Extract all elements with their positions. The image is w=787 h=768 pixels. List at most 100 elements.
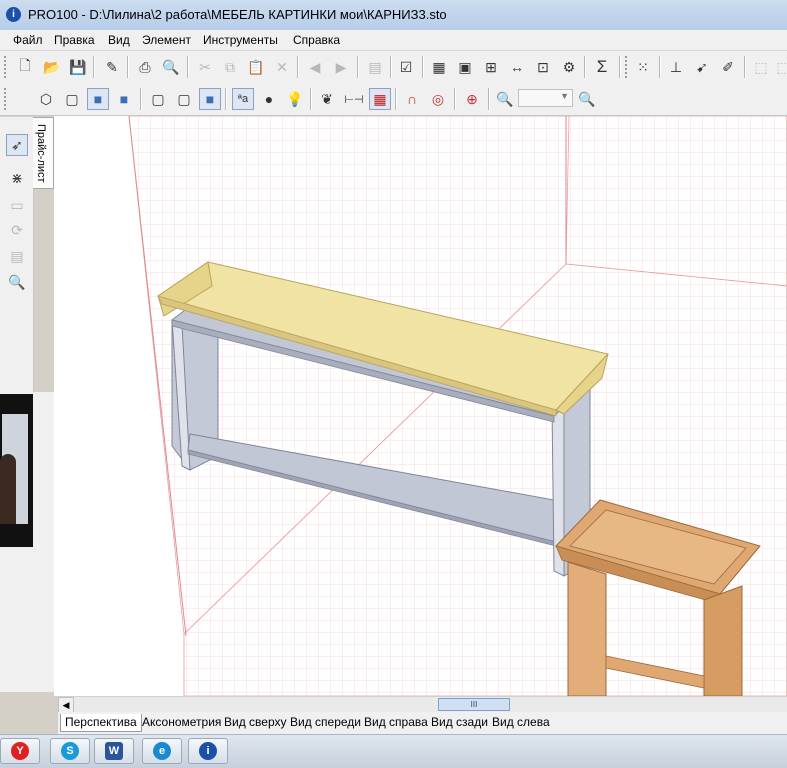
scroll-left-icon[interactable]: ◀ (58, 697, 74, 713)
tab-perspective[interactable]: Перспектива (60, 714, 142, 732)
dimension-icon[interactable]: ↔ (506, 56, 528, 78)
grid-icon[interactable]: ▦ (369, 88, 391, 110)
separator (422, 56, 424, 78)
separator (187, 56, 189, 78)
snap-target-icon[interactable]: ◎ (427, 88, 449, 110)
save-icon[interactable]: 💾 (67, 56, 89, 78)
solid-cube-icon[interactable]: ■ (199, 88, 221, 110)
orange-left-panel[interactable] (567, 561, 607, 696)
ie-icon: e (153, 742, 171, 760)
taskbar: Y S W e i (0, 734, 787, 768)
scroll-thumb[interactable]: III (438, 698, 510, 711)
tab-label: Перспектива (65, 715, 137, 729)
toolbar-grip[interactable] (4, 88, 9, 110)
move-icon[interactable]: ⋇ (6, 167, 28, 189)
separator (744, 56, 746, 78)
tab-front-view[interactable]: Вид спереди (286, 714, 365, 732)
center-target-icon[interactable]: ⊕ (461, 88, 483, 110)
toolbar-grip[interactable] (625, 56, 630, 78)
separator (390, 56, 392, 78)
chevron-down-icon[interactable]: ▼ (560, 91, 569, 101)
wire-cube-2-icon[interactable]: ▢ (173, 88, 195, 110)
view-cube-1-icon[interactable]: ⬡ (35, 88, 57, 110)
taskbar-yandex[interactable]: Y (0, 738, 40, 764)
open-folder-icon[interactable]: 📂 (41, 56, 63, 78)
menu-element[interactable]: Элемент (142, 33, 191, 47)
undo-icon[interactable]: ◀ (304, 56, 326, 78)
taskbar-skype[interactable]: S (50, 738, 90, 764)
ruler-icon[interactable]: ⊢⊣ (343, 88, 365, 110)
texture-icon[interactable]: ❦ (316, 88, 338, 110)
menu-help[interactable]: Справка (293, 33, 340, 47)
copy-icon[interactable]: ⧉ (219, 56, 241, 78)
print-icon[interactable]: ⎙ (134, 56, 156, 78)
price-list-tab[interactable]: Прайс-лист (33, 117, 54, 189)
scene-svg[interactable] (54, 116, 787, 696)
text-aa-icon[interactable]: ªa (232, 88, 254, 110)
pro100-icon: i (6, 7, 21, 22)
group-icon[interactable]: ▤ (6, 245, 28, 267)
element-list-icon[interactable]: ▦ (428, 56, 450, 78)
paste-icon[interactable]: 📋 (245, 56, 267, 78)
grid-dots-icon[interactable]: ⁙ (632, 56, 654, 78)
taskbar-pro100[interactable]: i (188, 738, 228, 764)
zoom-in-icon[interactable]: 🔍 (494, 88, 516, 110)
pencil-icon[interactable]: ✐ (717, 56, 739, 78)
zoom-icon[interactable]: 🔍 (6, 271, 28, 293)
delete-icon[interactable]: ✕ (271, 56, 293, 78)
horizontal-scrollbar[interactable]: ◀ III (58, 696, 787, 713)
rotate-icon[interactable]: ⟳ (6, 219, 28, 241)
edit-properties-icon[interactable]: ✎ (101, 56, 123, 78)
material-sphere-icon[interactable]: ● (258, 88, 280, 110)
viewport-3d[interactable] (54, 116, 787, 696)
print-preview-icon[interactable]: 🔍 (160, 56, 182, 78)
title-bar: i PRO100 - D:\Лилина\2 работа\МЕБЕЛЬ КАР… (0, 0, 787, 30)
catalog-icon[interactable]: ▣ (454, 56, 476, 78)
window-title: PRO100 - D:\Лилина\2 работа\МЕБЕЛЬ КАРТИ… (28, 7, 447, 22)
taskbar-word[interactable]: W (94, 738, 134, 764)
webcam-overlay (0, 394, 33, 547)
separator (357, 56, 359, 78)
tab-right-view[interactable]: Вид справа (360, 714, 432, 732)
tab-axonometry[interactable]: Аксонометрия (138, 714, 225, 732)
menu-file[interactable]: Файл (13, 33, 43, 47)
magnet-icon[interactable]: ∩ (401, 88, 423, 110)
settings-icon[interactable]: ⚙ (558, 56, 580, 78)
zoom-select[interactable]: ▼ (518, 89, 573, 107)
taskbar-ie[interactable]: e (142, 738, 182, 764)
layout-icon[interactable]: ⊞ (480, 56, 502, 78)
zoom-out-icon[interactable]: 🔍 (576, 88, 598, 110)
select-icon[interactable]: ➹ (691, 56, 713, 78)
view-toolbar: ⬡ ▢ ■ ■ ▢ ▢ ■ ªa ● 💡 ❦ ⊢⊣ ▦ ∩ ◎ ⊕ 🔍 🔍 (0, 83, 787, 116)
tab-label: Вид слева (492, 715, 550, 729)
view-cube-2-icon[interactable]: ▢ (61, 88, 83, 110)
frame-icon[interactable]: ⬚ (750, 56, 772, 78)
wire-cube-1-icon[interactable]: ▢ (147, 88, 169, 110)
copy-element-icon[interactable]: ▭ (6, 194, 28, 216)
tab-top-view[interactable]: Вид сверху (220, 714, 291, 732)
frame-icon-2[interactable]: ⬚ (772, 56, 787, 78)
orange-right-panel[interactable] (703, 585, 743, 696)
menu-view[interactable]: Вид (108, 33, 130, 47)
menu-tools[interactable]: Инструменты (203, 33, 278, 47)
tab-back-view[interactable]: Вид сзади (427, 714, 492, 732)
view-cube-3-icon[interactable]: ■ (87, 88, 109, 110)
separator (659, 56, 661, 78)
cursor-icon[interactable]: ➶ (6, 134, 28, 156)
new-file-icon[interactable]: 🗋 (14, 56, 36, 78)
lamp-icon[interactable]: ⊡ (532, 56, 554, 78)
menu-edit[interactable]: Правка (54, 33, 95, 47)
project-info-icon[interactable]: ☑ (395, 56, 417, 78)
align-icon[interactable]: ⊥ (665, 56, 687, 78)
separator (225, 88, 227, 110)
library-icon[interactable]: ▤ (364, 56, 386, 78)
cut-icon[interactable]: ✂ (194, 56, 216, 78)
light-bulb-icon[interactable]: 💡 (284, 88, 306, 110)
menu-bar: Файл Правка Вид Элемент Инструменты Спра… (0, 30, 787, 51)
webcam-person (0, 454, 16, 524)
tab-left-view[interactable]: Вид слева (488, 714, 554, 732)
sum-icon[interactable]: Σ (591, 56, 613, 78)
view-cube-4-icon[interactable]: ■ (113, 88, 135, 110)
toolbar-grip[interactable] (4, 56, 9, 78)
redo-icon[interactable]: ▶ (330, 56, 352, 78)
